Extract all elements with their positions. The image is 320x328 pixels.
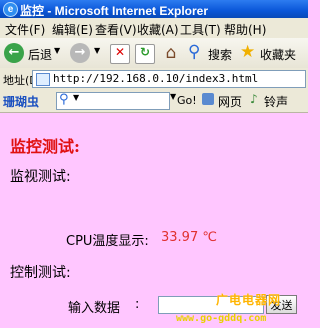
home-icon[interactable]: ⌂ (160, 42, 182, 64)
input-data-colon: : (135, 297, 140, 312)
window-title: 监控 - Microsoft Internet Explorer (20, 4, 209, 18)
forward-dropdown-icon[interactable]: ▼ (94, 46, 100, 55)
search-button[interactable]: ⚲ 搜索 (188, 42, 236, 64)
back-button[interactable]: ← 后退 ▼ (4, 42, 64, 64)
webpage-icon (202, 93, 214, 105)
refresh-icon[interactable]: ↻ (135, 44, 155, 64)
search-box-icon: ⚲ (59, 92, 69, 107)
go-button[interactable]: Go! (177, 94, 197, 107)
search-icon: ⚲ (188, 42, 201, 62)
forward-button[interactable]: → ▼ (70, 42, 104, 64)
title-bar: e 监控 - Microsoft Internet Explorer (0, 0, 308, 18)
search-label: 搜索 (208, 48, 233, 62)
back-dropdown-icon[interactable]: ▼ (54, 46, 60, 55)
menu-favorites[interactable]: 收藏(A) (137, 21, 179, 38)
favorites-star-icon: ★ (240, 42, 256, 62)
cpu-temperature-value: 33.97 ℃ (161, 230, 217, 245)
ie-logo-icon: e (3, 2, 18, 17)
page-heading: 监控测试: (10, 137, 80, 156)
links-bar: 珊瑚虫 ⚲ ▼ ▼ Go! 网页 ♪ 铃声 (0, 90, 308, 113)
stop-icon[interactable]: ✕ (110, 44, 130, 64)
menu-help[interactable]: 帮助(H) (224, 21, 266, 38)
menu-edit[interactable]: 编辑(E) (52, 21, 93, 38)
favorites-label: 收藏夹 (260, 48, 297, 62)
back-arrow-icon: ← (4, 43, 24, 63)
watermark-site-url: www.go-gddq.com (176, 313, 267, 324)
webpage-link[interactable]: 网页 (218, 93, 242, 110)
control-section-label: 控制测试: (10, 265, 71, 281)
ringtone-link[interactable]: 铃声 (264, 93, 288, 110)
address-url: http://192.168.0.10/index3.html (53, 72, 259, 85)
search-box-dropdown-icon[interactable]: ▼ (73, 93, 79, 102)
menu-tools[interactable]: 工具(T) (180, 21, 221, 38)
favorites-button[interactable]: ★ 收藏夹 (240, 42, 306, 64)
menu-file[interactable]: 文件(F) (5, 21, 45, 38)
ringtone-icon: ♪ (250, 92, 258, 106)
forward-arrow-icon: → (70, 43, 90, 63)
address-bar: 地址(D) http://192.168.0.10/index3.html (0, 68, 308, 91)
toolbar: ← 后退 ▼ → ▼ ✕ ↻ ⌂ ⚲ 搜索 ★ 收藏夹 (0, 38, 308, 69)
back-label: 后退 (28, 48, 53, 62)
brand-link[interactable]: 珊瑚虫 (3, 93, 39, 110)
menu-view[interactable]: 查看(V) (95, 21, 137, 38)
input-data-label: 输入数据 (68, 301, 121, 316)
search-box[interactable]: ⚲ ▼ (56, 92, 170, 110)
watermark-site-name: 广电电器网 (216, 293, 282, 307)
menu-bar: 文件(F) 编辑(E) 查看(V) 收藏(A) 工具(T) 帮助(H) (0, 18, 308, 39)
address-field[interactable]: http://192.168.0.10/index3.html (32, 70, 306, 88)
monitor-section-label: 监视测试: (10, 169, 71, 185)
cpu-temperature-label: CPU温度显示: (66, 234, 149, 249)
page-icon (36, 73, 50, 86)
search-dropdown-icon[interactable]: ▼ (170, 92, 176, 101)
